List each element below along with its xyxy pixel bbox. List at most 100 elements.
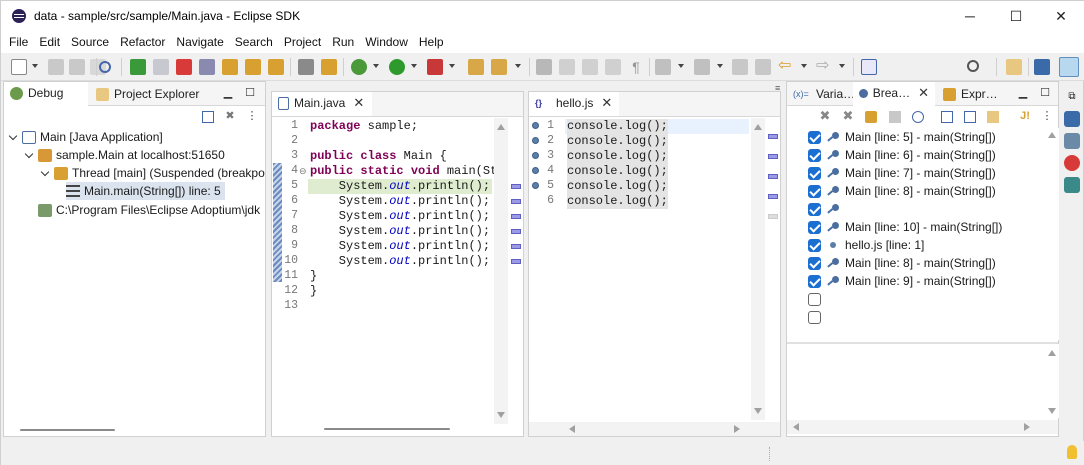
next-annotation-icon[interactable] bbox=[655, 59, 671, 75]
breakpoint-checkbox[interactable] bbox=[808, 184, 821, 198]
new-icon[interactable] bbox=[11, 59, 27, 75]
maximize-view-icon[interactable]: ☐ bbox=[1039, 87, 1051, 99]
forward-dropdown-icon[interactable] bbox=[839, 64, 845, 68]
tree-item-process[interactable]: C:\Program Files\Eclipse Adoptium\jdk bbox=[38, 201, 260, 219]
fold-collapse-icon[interactable]: ⊖ bbox=[299, 166, 307, 177]
search-icon[interactable] bbox=[967, 60, 979, 72]
use-step-filters-icon[interactable] bbox=[321, 59, 337, 75]
save-icon[interactable] bbox=[48, 59, 64, 75]
previous-annotation-icon[interactable] bbox=[694, 59, 710, 75]
close-tab-icon[interactable]: ✕ bbox=[918, 85, 929, 101]
menu-source[interactable]: Source bbox=[71, 35, 109, 49]
toggle-mark-occurrences-icon[interactable] bbox=[536, 59, 552, 75]
restore-icon[interactable]: ⧉ bbox=[1064, 89, 1080, 105]
tree-item-debug-target[interactable]: sample.Main at localhost:51650 bbox=[24, 146, 225, 164]
minimize-view-icon[interactable]: ▁ bbox=[1017, 87, 1029, 99]
tab-expressions[interactable]: Expr… bbox=[937, 82, 1004, 106]
breakpoint-item[interactable]: Main [line: 8] - main(String[]) bbox=[808, 182, 996, 200]
breakpoint-detail-pane[interactable] bbox=[787, 344, 1058, 418]
step-return-icon[interactable] bbox=[268, 59, 284, 75]
breakpoint-checkbox[interactable] bbox=[808, 148, 821, 162]
close-button[interactable]: ✕ bbox=[1038, 1, 1084, 31]
breakpoint-item[interactable]: Main [line: 10] - main(String[]) bbox=[808, 218, 1002, 236]
close-tab-icon[interactable]: ✕ bbox=[601, 95, 612, 111]
breakpoints-vertical-scrollbar[interactable] bbox=[1045, 128, 1059, 340]
menu-window[interactable]: Window bbox=[365, 35, 408, 49]
breakpoint-item[interactable]: Main [line: 7] - main(String[]) bbox=[808, 164, 996, 182]
problems-icon[interactable] bbox=[1064, 155, 1080, 171]
breakpoint-checkbox[interactable] bbox=[808, 220, 821, 234]
breakpoint-checkbox[interactable] bbox=[808, 310, 821, 324]
tab-debug[interactable]: Debug bbox=[4, 82, 88, 106]
view-menu-icon[interactable]: ≡ bbox=[775, 83, 780, 93]
menu-navigate[interactable]: Navigate bbox=[176, 35, 223, 49]
terminate-icon[interactable] bbox=[176, 59, 192, 75]
open-task-icon[interactable] bbox=[491, 59, 507, 75]
expand-chevron-icon[interactable] bbox=[24, 150, 34, 160]
task-dropdown-icon[interactable] bbox=[515, 64, 521, 68]
breakpoint-item[interactable]: Main [line: 8] - main(String[]) bbox=[808, 254, 996, 272]
menu-project[interactable]: Project bbox=[284, 35, 321, 49]
pin-editor-icon[interactable] bbox=[755, 59, 771, 75]
tree-item-launch[interactable]: Main [Java Application] bbox=[8, 128, 163, 146]
java-perspective-icon[interactable] bbox=[1034, 59, 1050, 75]
back-dropdown-icon[interactable] bbox=[801, 64, 807, 68]
expand-chevron-icon[interactable] bbox=[8, 132, 18, 142]
link-with-debug-view-icon[interactable] bbox=[987, 111, 999, 123]
disconnect-icon[interactable] bbox=[199, 59, 215, 75]
console-icon[interactable] bbox=[1064, 111, 1080, 127]
next-annotation-dropdown-icon[interactable] bbox=[678, 64, 684, 68]
maximize-view-icon[interactable]: ☐ bbox=[244, 87, 256, 99]
run-icon[interactable] bbox=[389, 59, 405, 75]
open-perspective-icon[interactable] bbox=[1006, 59, 1022, 75]
menu-refactor[interactable]: Refactor bbox=[120, 35, 165, 49]
tasks-icon[interactable] bbox=[1064, 133, 1080, 149]
breakpoint-item[interactable] bbox=[808, 200, 845, 218]
maximize-button[interactable]: ☐ bbox=[993, 1, 1039, 31]
debug-perspective-icon[interactable] bbox=[1059, 57, 1079, 77]
horizontal-scrollbar[interactable] bbox=[529, 422, 780, 436]
tab-variables[interactable]: (x)= Varia… bbox=[787, 82, 861, 106]
skip-all-breakpoints-icon[interactable] bbox=[912, 111, 924, 123]
debug-bug-icon[interactable] bbox=[351, 59, 367, 75]
detail-vertical-scrollbar[interactable] bbox=[1045, 344, 1059, 418]
breakpoint-item[interactable]: Main [line: 5] - main(String[]) bbox=[808, 128, 996, 146]
collapse-all-icon[interactable] bbox=[964, 111, 976, 123]
editor-vertical-scrollbar[interactable] bbox=[751, 118, 765, 420]
editor-vertical-scrollbar[interactable] bbox=[494, 118, 508, 424]
last-edit-location-icon[interactable] bbox=[732, 59, 748, 75]
minimize-button[interactable]: ─ bbox=[947, 1, 993, 31]
skip-breakpoints-icon[interactable] bbox=[99, 61, 111, 73]
horizontal-scrollbar-thumb[interactable] bbox=[324, 428, 450, 430]
pilcrow-icon[interactable]: ¶ bbox=[628, 59, 644, 75]
breakpoint-checkbox[interactable] bbox=[808, 202, 821, 216]
external-tools-icon[interactable] bbox=[427, 59, 443, 75]
tab-project-explorer[interactable]: Project Explorer bbox=[90, 82, 205, 106]
step-over-icon[interactable] bbox=[245, 59, 261, 75]
external-tools-dropdown-icon[interactable] bbox=[449, 64, 455, 68]
menu-search[interactable]: Search bbox=[235, 35, 273, 49]
menu-run[interactable]: Run bbox=[332, 35, 354, 49]
breakpoint-checkbox[interactable] bbox=[808, 292, 821, 306]
minimize-view-icon[interactable]: ▁ bbox=[222, 87, 234, 99]
remove-breakpoint-icon[interactable]: ✖ bbox=[819, 109, 831, 122]
previous-annotation-dropdown-icon[interactable] bbox=[717, 64, 723, 68]
tab-main-java[interactable]: Main.java ✕ bbox=[272, 92, 372, 116]
remove-all-breakpoints-icon[interactable]: ✖ bbox=[842, 109, 854, 122]
add-java-exception-breakpoint-icon[interactable]: J! bbox=[1019, 110, 1031, 122]
breakpoint-checkbox[interactable] bbox=[808, 256, 821, 270]
run-dropdown-icon[interactable] bbox=[411, 64, 417, 68]
code-area[interactable]: package sample; public class Main { publ… bbox=[308, 118, 497, 424]
debug-dropdown-icon[interactable] bbox=[373, 64, 379, 68]
breakpoint-item[interactable]: Main [line: 9] - main(String[]) bbox=[808, 272, 996, 290]
horizontal-scrollbar[interactable] bbox=[787, 420, 1058, 434]
breakpoint-item[interactable] bbox=[808, 308, 826, 326]
lightbulb-icon[interactable] bbox=[1067, 445, 1077, 459]
horizontal-scrollbar-thumb[interactable] bbox=[20, 429, 115, 431]
go-to-file-icon[interactable] bbox=[889, 111, 901, 123]
toggle-block-selection-icon[interactable] bbox=[559, 59, 575, 75]
close-tab-icon[interactable]: ✕ bbox=[353, 95, 364, 111]
menu-help[interactable]: Help bbox=[419, 35, 444, 49]
forward-icon[interactable]: ⇨ bbox=[816, 58, 832, 75]
new-dropdown-icon[interactable] bbox=[32, 64, 38, 68]
